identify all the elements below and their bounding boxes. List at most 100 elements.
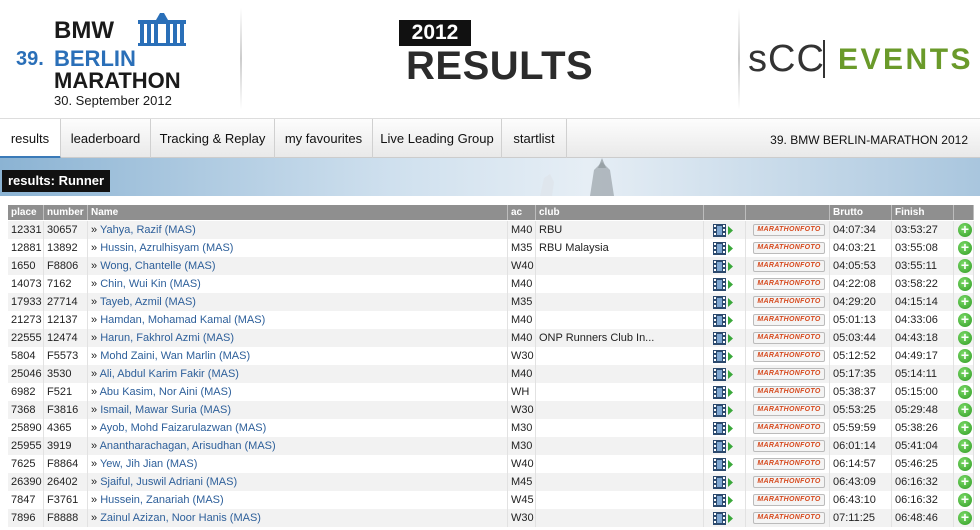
tab-startlist[interactable]: startlist [502,119,567,159]
cell-place: 14073 [8,275,44,293]
tab-leaderboard[interactable]: leaderboard [61,119,151,159]
runner-link[interactable]: Tayeb, Azmil (MAS) [100,296,196,308]
header-club[interactable]: club [536,205,704,220]
video-replay-icon[interactable] [713,224,733,237]
runner-link[interactable]: Yahya, Razif (MAS) [100,224,196,236]
add-favourite-icon[interactable]: + [958,438,972,453]
video-replay-icon[interactable] [713,404,733,417]
add-favourite-icon[interactable]: + [958,402,972,417]
runner-link[interactable]: Hussin, Azrulhisyam (MAS) [100,242,233,254]
cell-name: » Yahya, Razif (MAS) [88,221,508,239]
video-replay-icon[interactable] [713,494,733,507]
table-row: 25046 3530» Ali, Abdul Karim Fakir (MAS) M… [8,365,974,383]
video-replay-icon[interactable] [713,440,733,453]
cell-club [536,257,704,275]
add-favourite-icon[interactable]: + [958,474,972,489]
marathonfoto-badge[interactable]: MARATHONFOTO [753,368,825,380]
marathonfoto-badge[interactable]: MARATHONFOTO [753,422,825,434]
add-favourite-icon[interactable]: + [958,420,972,435]
video-replay-icon[interactable] [713,386,733,399]
add-favourite-icon[interactable]: + [958,456,972,471]
video-replay-icon[interactable] [713,314,733,327]
video-replay-icon[interactable] [713,242,733,255]
add-favourite-icon[interactable]: + [958,312,972,327]
add-favourite-icon[interactable]: + [958,222,972,237]
video-replay-icon[interactable] [713,476,733,489]
banner-image: results: Runner [0,158,980,196]
header-brutto[interactable]: Brutto [830,205,892,220]
add-favourite-icon[interactable]: + [958,510,972,525]
scc-logo[interactable]: sCC [748,38,825,80]
header-finish[interactable]: Finish [892,205,954,220]
video-replay-icon[interactable] [713,368,733,381]
cell-finish: 05:46:25 [892,455,954,473]
table-row: 7847 F3761» Hussein, Zanariah (MAS) W45 06:… [8,491,974,509]
video-replay-icon[interactable] [713,512,733,525]
cell-number: F5573 [44,347,88,365]
header-ac[interactable]: ac [508,205,536,220]
logo-brand: BMW [54,17,114,44]
add-favourite-icon[interactable]: + [958,366,972,381]
runner-link[interactable]: Mohd Zaini, Wan Marlin (MAS) [100,350,250,362]
runner-link[interactable]: Ayob, Mohd Faizarulazwan (MAS) [100,422,267,434]
marathonfoto-badge[interactable]: MARATHONFOTO [753,350,825,362]
runner-link[interactable]: Yew, Jih Jian (MAS) [100,458,197,470]
add-favourite-icon[interactable]: + [958,330,972,345]
header-photo [746,205,830,220]
marathonfoto-badge[interactable]: MARATHONFOTO [753,404,825,416]
marathonfoto-badge[interactable]: MARATHONFOTO [753,260,825,272]
runner-link[interactable]: Wong, Chantelle (MAS) [100,260,215,272]
marathonfoto-badge[interactable]: MARATHONFOTO [753,494,825,506]
events-logo[interactable]: EVENTS [838,42,973,78]
marathonfoto-badge[interactable]: MARATHONFOTO [753,332,825,344]
video-replay-icon[interactable] [713,458,733,471]
marathonfoto-badge[interactable]: MARATHONFOTO [753,314,825,326]
runner-link[interactable]: Zainul Azizan, Noor Hanis (MAS) [100,512,261,524]
runner-link[interactable]: Ali, Abdul Karim Fakir (MAS) [100,368,239,380]
marathonfoto-badge[interactable]: MARATHONFOTO [753,296,825,308]
video-replay-icon[interactable] [713,422,733,435]
video-replay-icon[interactable] [713,296,733,309]
cell-finish: 05:38:26 [892,419,954,437]
video-replay-icon[interactable] [713,350,733,363]
quadriga-statue-image [540,158,614,196]
cell-brutto: 05:17:35 [830,365,892,383]
video-replay-icon[interactable] [713,260,733,273]
header-name[interactable]: Name [88,205,508,220]
runner-link[interactable]: Harun, Fakhrol Azmi (MAS) [100,332,234,344]
add-favourite-icon[interactable]: + [958,492,972,507]
add-favourite-icon[interactable]: + [958,294,972,309]
runner-link[interactable]: Sjaiful, Juswil Adriani (MAS) [100,476,237,488]
video-replay-icon[interactable] [713,278,733,291]
marathonfoto-badge[interactable]: MARATHONFOTO [753,242,825,254]
video-replay-icon[interactable] [713,332,733,345]
marathonfoto-badge[interactable]: MARATHONFOTO [753,224,825,236]
add-favourite-icon[interactable]: + [958,348,972,363]
runner-link[interactable]: Anantharachagan, Arisudhan (MAS) [100,440,276,452]
marathonfoto-badge[interactable]: MARATHONFOTO [753,278,825,290]
add-favourite-icon[interactable]: + [958,258,972,273]
tab-tracking-replay[interactable]: Tracking & Replay [151,119,275,159]
runner-link[interactable]: Chin, Wui Kin (MAS) [100,278,201,290]
bmw-berlin-marathon-logo[interactable]: BMW 39. BERLIN MARATHON 30. September 20… [14,10,214,110]
marathonfoto-badge[interactable]: MARATHONFOTO [753,386,825,398]
tab-my-favourites[interactable]: my favourites [275,119,373,159]
tab-live-leading-group[interactable]: Live Leading Group [373,119,502,159]
site-header: BMW 39. BERLIN MARATHON 30. September 20… [0,0,980,118]
marathonfoto-badge[interactable]: MARATHONFOTO [753,458,825,470]
add-favourite-icon[interactable]: + [958,384,972,399]
runner-link[interactable]: Hussein, Zanariah (MAS) [100,494,224,506]
add-favourite-icon[interactable]: + [958,276,972,291]
marathonfoto-badge[interactable]: MARATHONFOTO [753,512,825,524]
header-place[interactable]: place [8,205,44,220]
section-label: results: Runner [2,170,111,192]
runner-link[interactable]: Ismail, Mawar Suria (MAS) [100,404,231,416]
tab-results[interactable]: results [0,119,61,159]
marathonfoto-badge[interactable]: MARATHONFOTO [753,440,825,452]
runner-link[interactable]: Abu Kasim, Nor Aini (MAS) [100,386,232,398]
header-number[interactable]: number [44,205,88,220]
runner-link[interactable]: Hamdan, Mohamad Kamal (MAS) [100,314,265,326]
marathonfoto-badge[interactable]: MARATHONFOTO [753,476,825,488]
add-favourite-icon[interactable]: + [958,240,972,255]
cell-place: 6982 [8,383,44,401]
